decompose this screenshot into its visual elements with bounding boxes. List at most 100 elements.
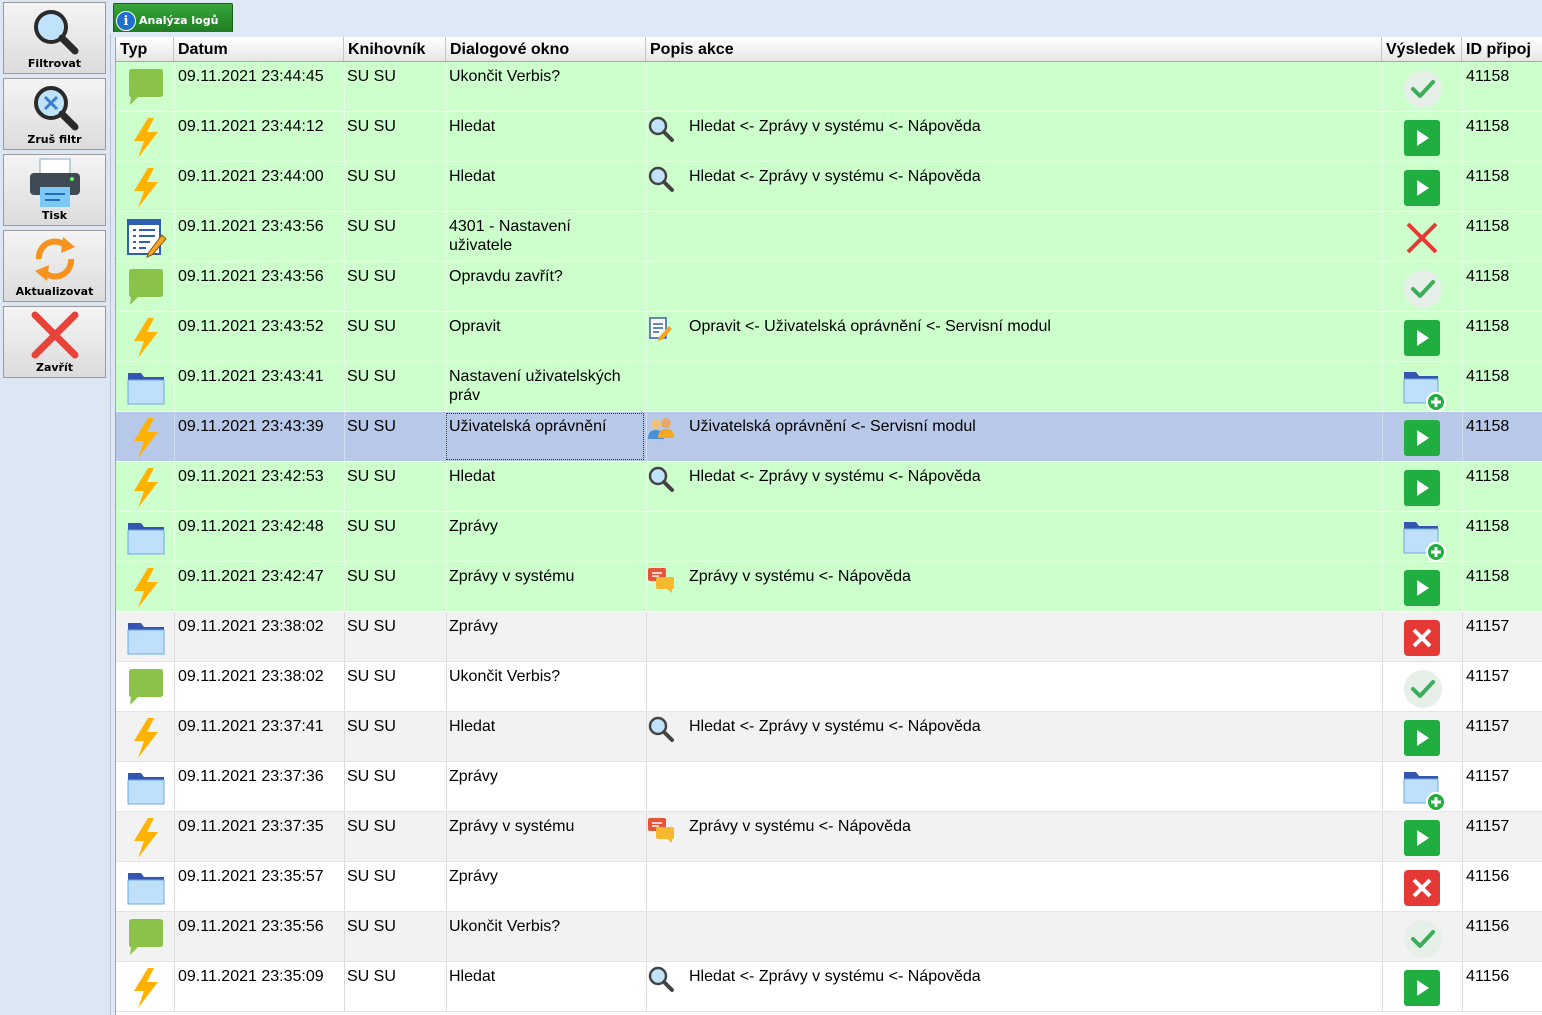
cell-popis-akce: Hledat <- Zprávy v systému <- Nápověda — [689, 118, 981, 135]
column-header-typ[interactable]: Typ — [116, 37, 174, 61]
table-row-selected[interactable]: 09.11.2021 23:43:39 SU SU Uživatelská oprá… — [116, 412, 1542, 462]
column-separator — [446, 962, 447, 1012]
column-separator — [174, 62, 175, 112]
column-separator — [174, 412, 175, 462]
cell-datum: 09.11.2021 23:44:45 — [178, 68, 324, 85]
cell-dialogove-okno: Zprávy — [449, 768, 498, 785]
table-row[interactable]: 09.11.2021 23:35:56 SU SU Ukončit Verbis? 4… — [116, 912, 1542, 962]
table-row[interactable]: 09.11.2021 23:43:56 SU SU 4301 - Nastavení… — [116, 212, 1542, 262]
column-separator — [646, 862, 647, 912]
cell-id-pripoj: 41158 — [1466, 68, 1510, 85]
close-button[interactable]: Zavřít — [3, 306, 106, 378]
column-separator — [1382, 62, 1383, 112]
table-row[interactable]: 09.11.2021 23:42:53 SU SU Hledat Hledat <- … — [116, 462, 1542, 512]
cell-datum: 09.11.2021 23:38:02 — [178, 618, 324, 635]
table-row[interactable]: 09.11.2021 23:37:36 SU SU Zprávy 41157 — [116, 762, 1542, 812]
table-row[interactable]: 09.11.2021 23:44:00 SU SU Hledat Hledat <- … — [116, 162, 1542, 212]
close-icon — [31, 311, 79, 359]
cell-id-pripoj: 41157 — [1466, 768, 1510, 785]
column-separator — [174, 312, 175, 362]
search-icon — [647, 715, 675, 747]
cell-knihovnik: SU SU — [347, 218, 396, 235]
column-header-dialogove-okno[interactable]: Dialogové okno — [446, 37, 646, 61]
column-separator — [1462, 62, 1463, 112]
cell-popis-akce: Hledat <- Zprávy v systému <- Nápověda — [689, 718, 981, 735]
column-separator — [174, 862, 175, 912]
action-icon — [126, 317, 166, 363]
print-button-label: Tisk — [41, 209, 68, 222]
column-separator — [344, 712, 345, 762]
cell-datum: 09.11.2021 23:38:02 — [178, 668, 324, 685]
check-icon — [1402, 68, 1444, 114]
filter-button-label: Filtrovat — [27, 57, 82, 70]
column-separator — [1382, 762, 1383, 812]
column-separator — [174, 212, 175, 262]
refresh-button[interactable]: Aktualizovat — [3, 230, 106, 302]
table-row[interactable]: 09.11.2021 23:44:12 SU SU Hledat Hledat <- … — [116, 112, 1542, 162]
print-button[interactable]: Tisk — [3, 154, 106, 226]
cell-id-pripoj: 41157 — [1466, 718, 1510, 735]
action-icon — [126, 117, 166, 163]
folder-icon — [126, 367, 166, 411]
cell-datum: 09.11.2021 23:43:56 — [178, 268, 324, 285]
table-row[interactable]: 09.11.2021 23:43:56 SU SU Opravdu zavřít? 4… — [116, 262, 1542, 312]
cell-dialogove-okno: Ukončit Verbis? — [449, 918, 561, 935]
column-separator — [646, 262, 647, 312]
column-separator — [1382, 162, 1383, 212]
table-row[interactable]: 09.11.2021 23:42:48 SU SU Zprávy 41158 — [116, 512, 1542, 562]
folder-add-icon — [1402, 518, 1446, 566]
table-row[interactable]: 09.11.2021 23:35:09 SU SU Hledat Hledat <- … — [116, 962, 1542, 1012]
users-icon — [647, 415, 675, 447]
column-separator — [646, 762, 647, 812]
cell-knihovnik: SU SU — [347, 318, 396, 335]
cell-id-pripoj: 41158 — [1466, 468, 1510, 485]
column-separator — [1462, 312, 1463, 362]
table-row[interactable]: 09.11.2021 23:35:57 SU SU Zprávy 41156 — [116, 862, 1542, 912]
table-row[interactable]: 09.11.2021 23:37:41 SU SU Hledat Hledat <- … — [116, 712, 1542, 762]
column-header-datum[interactable]: Datum — [174, 37, 344, 61]
printer-icon — [30, 158, 80, 207]
column-separator — [344, 262, 345, 312]
column-separator — [344, 412, 345, 462]
log-grid[interactable]: Typ Datum Knihovník Dialogové okno Popis… — [115, 37, 1542, 1015]
column-separator — [1382, 962, 1383, 1012]
cell-id-pripoj: 41158 — [1466, 318, 1510, 335]
table-row[interactable]: 09.11.2021 23:38:02 SU SU Ukončit Verbis? 4… — [116, 662, 1542, 712]
column-separator — [174, 512, 175, 562]
column-separator — [1462, 662, 1463, 712]
table-row[interactable]: 09.11.2021 23:43:52 SU SU Opravit Opravit <… — [116, 312, 1542, 362]
action-icon — [126, 567, 166, 613]
table-row[interactable]: 09.11.2021 23:37:35 SU SU Zprávy v systému… — [116, 812, 1542, 862]
clear-filter-icon — [34, 86, 79, 131]
column-separator — [174, 712, 175, 762]
column-separator — [1382, 212, 1383, 262]
play-icon — [1402, 318, 1442, 362]
tab-log-analysis[interactable]: i Analýza logů — [113, 3, 233, 32]
cell-popis-akce: Hledat <- Zprávy v systému <- Nápověda — [689, 968, 981, 985]
cell-dialogove-okno: 4301 - Nastavení uživatele — [449, 218, 571, 254]
column-separator — [1462, 912, 1463, 962]
column-header-knihovnik[interactable]: Knihovník — [344, 37, 446, 61]
column-separator — [446, 562, 447, 612]
table-row[interactable]: 09.11.2021 23:42:47 SU SU Zprávy v systému… — [116, 562, 1542, 612]
column-separator — [174, 462, 175, 512]
column-separator — [174, 762, 175, 812]
cell-dialogove-okno: Zprávy — [449, 618, 498, 635]
cell-knihovnik: SU SU — [347, 68, 396, 85]
column-header-id-pripoj[interactable]: ID připoj — [1462, 37, 1542, 61]
search-icon — [647, 965, 675, 997]
column-separator — [1462, 812, 1463, 862]
column-header-popis-akce[interactable]: Popis akce — [646, 37, 1382, 61]
column-header-vysledek[interactable]: Výsledek — [1382, 37, 1462, 61]
column-separator — [1462, 562, 1463, 612]
table-row[interactable]: 09.11.2021 23:38:02 SU SU Zprávy 41157 — [116, 612, 1542, 662]
cell-dialogove-okno: Opravit — [449, 318, 501, 335]
column-separator — [344, 612, 345, 662]
form-icon — [126, 217, 168, 263]
filter-button[interactable]: Filtrovat — [3, 2, 106, 74]
column-separator — [446, 212, 447, 262]
clear-filter-button[interactable]: Zruš filtr — [3, 78, 106, 150]
table-row[interactable]: 09.11.2021 23:44:45 SU SU Ukončit Verbis? 4… — [116, 62, 1542, 112]
table-row[interactable]: 09.11.2021 23:43:41 SU SU Nastavení uživat… — [116, 362, 1542, 412]
cell-knihovnik: SU SU — [347, 618, 396, 635]
